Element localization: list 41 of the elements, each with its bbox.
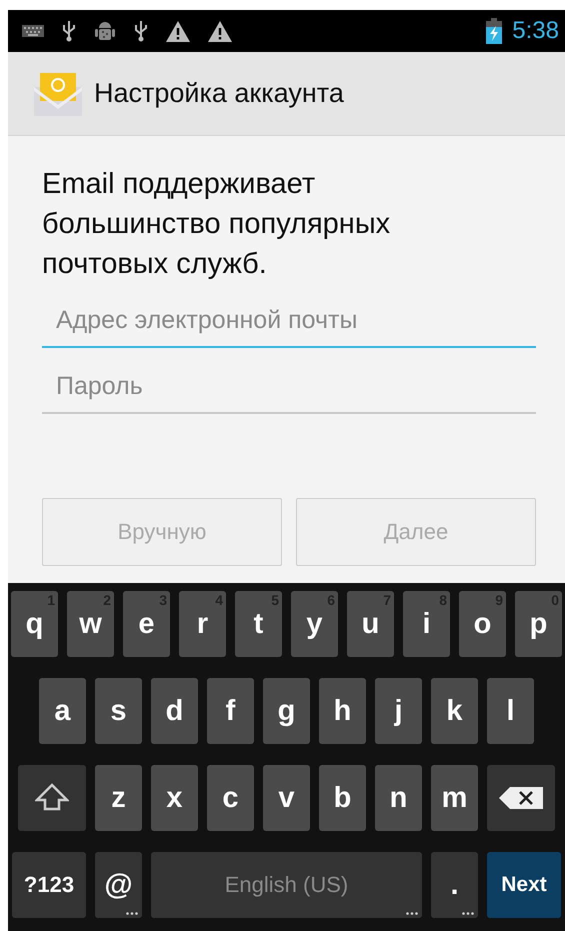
letter-key[interactable]: l: [487, 678, 534, 744]
android-icon: [94, 19, 116, 43]
letter-key[interactable]: s: [95, 678, 142, 744]
email-field[interactable]: Адрес электронной почты: [42, 294, 536, 348]
letter-key[interactable]: h: [319, 678, 366, 744]
more-options-icon: [462, 912, 474, 915]
usb-icon: [62, 20, 76, 42]
space-key[interactable]: English (US): [151, 852, 422, 918]
backspace-icon: [498, 786, 544, 810]
intro-text: Email поддерживает большинство популярных почтовых служб.: [42, 167, 392, 282]
screen-title: Настройка аккаунта: [94, 78, 344, 109]
at-key[interactable]: @: [95, 852, 142, 918]
keyboard-icon: [22, 25, 44, 37]
letter-key[interactable]: k: [431, 678, 478, 744]
letter-key[interactable]: d: [151, 678, 198, 744]
letter-key[interactable]: x: [151, 765, 198, 831]
letter-key[interactable]: j: [375, 678, 422, 744]
clock-time: 5:38: [512, 17, 559, 45]
usb-icon: [134, 20, 148, 42]
letter-key[interactable]: a: [39, 678, 86, 744]
letter-key[interactable]: c: [207, 765, 254, 831]
symbols-key[interactable]: ?123: [12, 852, 86, 918]
shift-arrow-icon: [35, 783, 69, 813]
letter-key[interactable]: g: [263, 678, 310, 744]
letter-key[interactable]: n: [375, 765, 422, 831]
battery-charging-icon: [486, 18, 502, 44]
letter-key[interactable]: m: [431, 765, 478, 831]
more-options-icon: [406, 912, 418, 915]
letter-key[interactable]: f: [207, 678, 254, 744]
warning-icon: [208, 20, 232, 42]
letter-key[interactable]: v: [263, 765, 310, 831]
more-options-icon: [126, 912, 138, 915]
shift-key[interactable]: [18, 765, 86, 831]
warning-icon: [166, 20, 190, 42]
backspace-key[interactable]: [487, 765, 555, 831]
letter-key[interactable]: z: [95, 765, 142, 831]
password-field[interactable]: Пароль: [42, 360, 536, 414]
email-envelope-icon: [32, 70, 84, 116]
next-key[interactable]: Next: [487, 852, 561, 918]
letter-key[interactable]: b: [319, 765, 366, 831]
period-key[interactable]: .: [431, 852, 478, 918]
